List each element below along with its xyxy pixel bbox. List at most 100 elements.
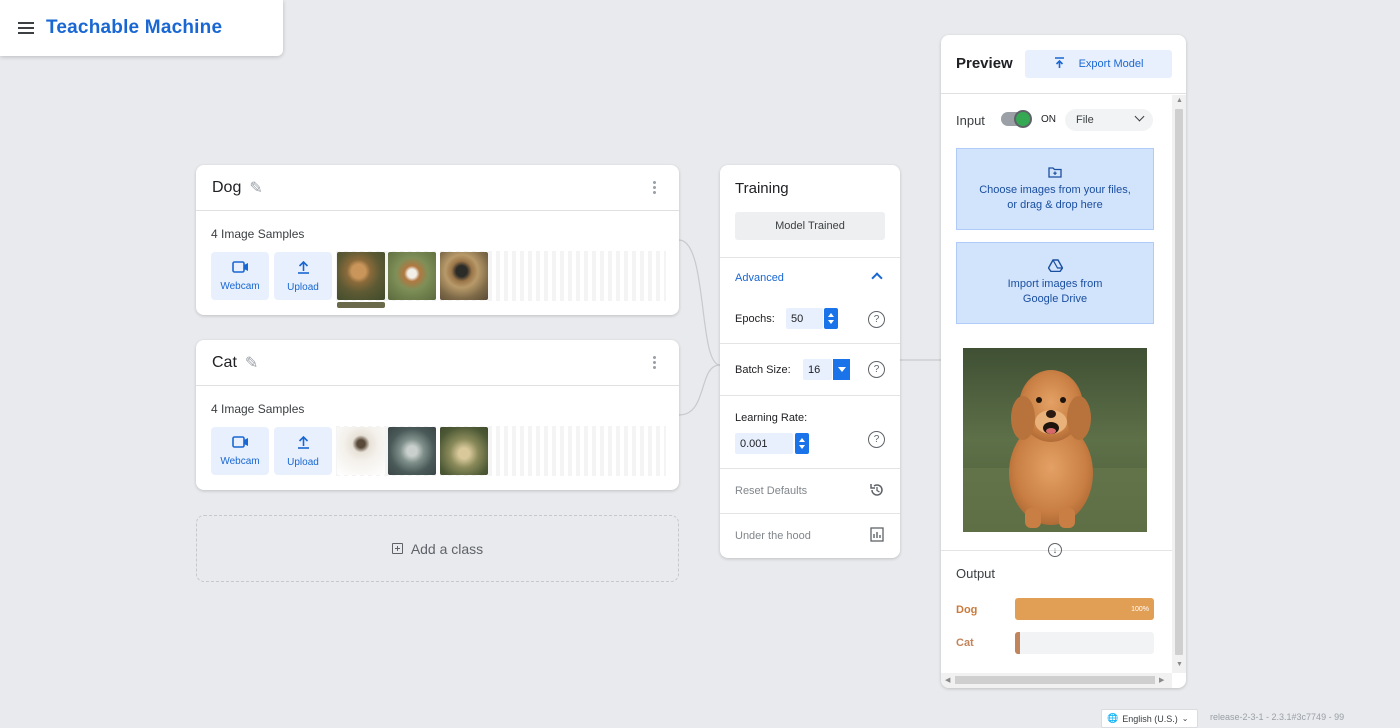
- confidence-bar-dog: 100%: [1015, 598, 1154, 620]
- reset-defaults-button[interactable]: Reset Defaults: [735, 485, 807, 497]
- globe-icon: 🌐: [1107, 713, 1119, 723]
- class-name[interactable]: Cat: [212, 354, 237, 372]
- more-options-icon[interactable]: [653, 181, 657, 194]
- training-title: Training: [735, 180, 789, 197]
- chart-icon[interactable]: [870, 527, 884, 546]
- divider: [720, 395, 900, 396]
- edit-pencil-icon[interactable]: ✎: [245, 353, 258, 373]
- confidence-bar-cat: [1015, 632, 1154, 654]
- batch-size-select[interactable]: 16: [803, 359, 832, 380]
- epochs-label: Epochs:: [735, 313, 775, 325]
- class-card-dog: Dog ✎ 4 Image Samples Webcam Upload: [196, 165, 679, 315]
- class-card-cat: Cat ✎ 4 Image Samples Webcam Upload: [196, 340, 679, 490]
- chevron-down-icon: ⌄: [1181, 714, 1189, 723]
- input-source-select[interactable]: File: [1065, 109, 1153, 131]
- scroll-right-icon[interactable]: ▶: [1159, 676, 1164, 684]
- sample-thumbnail[interactable]: [388, 427, 436, 475]
- input-source-value: File: [1076, 114, 1094, 126]
- divider: [720, 343, 900, 344]
- sample-thumbnail[interactable]: [440, 427, 488, 475]
- file-drop-text: Choose images from your files, or drag &…: [979, 183, 1131, 211]
- webcam-icon: [231, 260, 249, 277]
- sample-thumbnail[interactable]: [337, 427, 385, 475]
- confidence-fill: 100%: [1015, 598, 1154, 620]
- file-drop-zone[interactable]: Choose images from your files, or drag &…: [956, 148, 1154, 230]
- toggle-knob: [1014, 110, 1032, 128]
- chevron-up-icon[interactable]: [871, 272, 883, 284]
- arrow-down-icon: ↓: [1048, 543, 1062, 557]
- samples-count: 4 Image Samples: [211, 402, 305, 416]
- google-drive-import[interactable]: Import images from Google Drive: [956, 242, 1154, 324]
- epochs-stepper[interactable]: [824, 308, 838, 329]
- chevron-down-icon[interactable]: [833, 359, 850, 380]
- release-version: release-2-3-1 - 2.3.1#3c7749 - 99: [1210, 712, 1345, 722]
- divider: [720, 513, 900, 514]
- scroll-left-icon[interactable]: ◀: [945, 676, 950, 684]
- language-select[interactable]: 🌐 English (U.S.) ⌄: [1101, 709, 1198, 728]
- divider: [720, 468, 900, 469]
- training-card: Training Model Trained Advanced Epochs: …: [720, 165, 900, 558]
- input-label: Input: [956, 113, 985, 128]
- sample-thumbnail[interactable]: [337, 252, 385, 300]
- sample-thumbnail[interactable]: [337, 302, 385, 308]
- upload-label: Upload: [287, 456, 319, 468]
- drive-import-text: Import images from Google Drive: [1007, 278, 1103, 305]
- chevron-down-icon: [1134, 111, 1145, 122]
- app-header: Teachable Machine: [0, 0, 283, 56]
- batch-size-label: Batch Size:: [735, 364, 791, 376]
- webcam-label: Webcam: [220, 455, 260, 467]
- add-icon: [391, 543, 403, 554]
- export-icon: [1054, 56, 1065, 72]
- learning-rate-stepper[interactable]: [795, 433, 809, 454]
- help-icon[interactable]: ?: [868, 311, 885, 328]
- help-icon[interactable]: ?: [868, 361, 885, 378]
- upload-button[interactable]: Upload: [274, 252, 332, 300]
- class-card-header: Cat ✎: [196, 340, 679, 386]
- sample-thumbnail[interactable]: [440, 252, 488, 300]
- webcam-button[interactable]: Webcam: [211, 427, 269, 475]
- add-class-label: Add a class: [410, 540, 484, 557]
- vertical-scrollbar[interactable]: ▲ ▼: [1172, 95, 1186, 673]
- more-options-icon[interactable]: [653, 356, 657, 369]
- output-label-cat: Cat: [956, 637, 974, 649]
- menu-icon[interactable]: [18, 22, 34, 34]
- scrollbar-thumb[interactable]: [955, 676, 1155, 684]
- divider: [720, 257, 900, 258]
- upload-button[interactable]: Upload: [274, 427, 332, 475]
- export-model-label: Export Model: [1078, 58, 1144, 70]
- export-model-button[interactable]: Export Model: [1025, 50, 1172, 78]
- under-the-hood-button[interactable]: Under the hood: [735, 530, 811, 542]
- scroll-up-icon[interactable]: ▲: [1176, 97, 1183, 104]
- confidence-percent: 100%: [1131, 605, 1149, 613]
- folder-add-icon: [1048, 166, 1062, 181]
- help-icon[interactable]: ?: [868, 431, 885, 448]
- app-logo[interactable]: Teachable Machine: [46, 17, 222, 39]
- upload-icon: [297, 435, 310, 453]
- output-title: Output: [956, 566, 996, 581]
- preview-image: [963, 348, 1147, 532]
- class-card-header: Dog ✎: [196, 165, 679, 211]
- horizontal-scrollbar[interactable]: ◀ ▶: [941, 673, 1172, 688]
- toggle-state: ON: [1041, 114, 1056, 125]
- samples-count: 4 Image Samples: [211, 227, 305, 241]
- epochs-input[interactable]: 50: [786, 308, 823, 329]
- webcam-button[interactable]: Webcam: [211, 252, 269, 300]
- scroll-down-icon[interactable]: ▼: [1176, 661, 1183, 668]
- advanced-toggle[interactable]: Advanced: [735, 272, 784, 284]
- scrollbar-thumb[interactable]: [1175, 109, 1183, 655]
- add-class-button[interactable]: Add a class: [196, 515, 679, 582]
- learning-rate-input[interactable]: 0.001: [735, 433, 793, 454]
- class-name[interactable]: Dog: [212, 179, 241, 197]
- google-drive-icon: [1047, 259, 1063, 275]
- upload-label: Upload: [287, 281, 319, 293]
- confidence-fill: [1015, 632, 1020, 654]
- divider: [941, 93, 1186, 94]
- output-label-dog: Dog: [956, 604, 978, 616]
- input-toggle[interactable]: [1001, 110, 1032, 128]
- history-icon[interactable]: [869, 482, 885, 502]
- upload-icon: [297, 260, 310, 278]
- train-model-button[interactable]: Model Trained: [735, 212, 885, 240]
- sample-thumbnail[interactable]: [388, 252, 436, 300]
- edit-pencil-icon[interactable]: ✎: [249, 178, 262, 198]
- samples-strip: [336, 426, 666, 476]
